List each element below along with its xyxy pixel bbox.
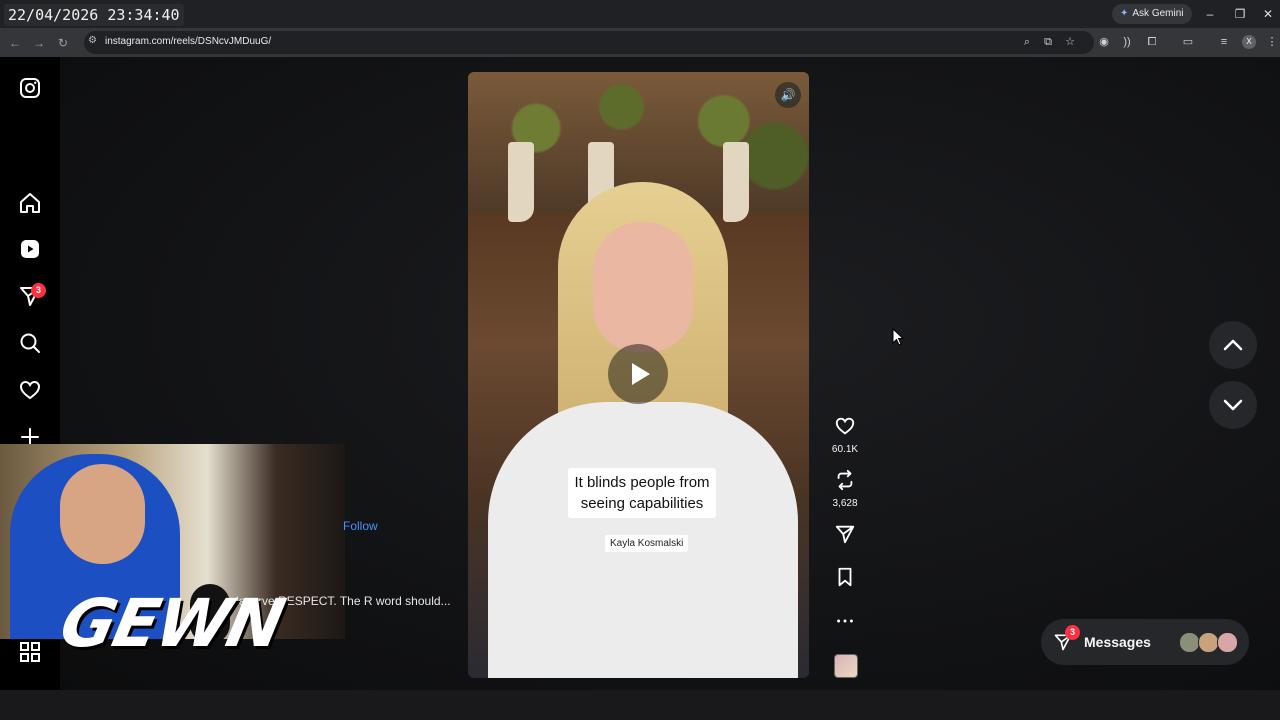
side-panel-icon[interactable]: ▭ [1180,34,1196,50]
ask-gemini-label: Ask Gemini [1132,8,1184,19]
mouse-cursor-icon [892,328,904,346]
messages-label: Messages [1084,634,1151,650]
back-icon[interactable]: ← [6,34,24,52]
webcam-person-head [60,464,145,564]
video-stocking [723,142,749,222]
more-options-action[interactable] [830,610,860,637]
repost-icon[interactable] [834,469,856,491]
minimize-icon[interactable]: – [1200,4,1220,24]
reload-icon[interactable]: ↻ [54,34,72,52]
extension-icon[interactable]: ◉ [1096,34,1112,50]
avatar [1217,632,1238,653]
bookmark-star-icon[interactable]: ☆ [1062,34,1078,50]
notifications-heart-icon[interactable] [18,378,42,402]
bottom-strip [0,690,1280,720]
restore-icon[interactable]: ❐ [1230,4,1250,24]
caption-line-2: seeing capabilities [580,495,704,512]
timestamp-overlay: 22/04/2026 23:34:40 [4,4,184,26]
ask-gemini-button[interactable]: ✦ Ask Gemini [1112,4,1192,24]
like-action[interactable]: 60.1K [830,415,860,455]
browser-tab-bar: 22/04/2026 23:34:40 ✦ Ask Gemini – ❐ ✕ [0,0,1280,28]
gemini-spark-icon: ✦ [1120,8,1129,19]
profile-avatar[interactable]: X [1242,35,1256,49]
instagram-logo-icon[interactable] [18,76,42,100]
repost-count: 3,628 [832,498,858,509]
home-icon[interactable] [18,191,42,215]
video-caption: It blinds people from seeing capabilitie… [568,468,716,518]
zoom-icon[interactable]: ⌕ [1019,34,1035,50]
sound-toggle-icon[interactable]: 🔊 [775,82,801,108]
install-app-icon[interactable]: ⧉ [1040,34,1056,50]
chevron-down-icon [1223,399,1243,411]
avatar [1179,632,1200,653]
reel-video[interactable]: 🔊 It blinds people from seeing capabilit… [468,72,809,678]
share-action[interactable] [830,523,860,550]
share-paper-plane-icon[interactable] [834,523,856,545]
video-credit: Kayla Kosmalski [605,535,689,552]
like-count: 60.1K [831,444,859,455]
messages-button[interactable]: 3 Messages [1041,619,1249,665]
address-bar[interactable]: ⚙ instagram.com/reels/DSNcvJMDuuG/ [84,31,1094,54]
messages-badge: 3 [31,283,46,298]
play-button[interactable] [608,344,668,404]
follow-link[interactable]: Follow [343,519,378,533]
save-action[interactable] [830,566,860,593]
more-dots-icon[interactable] [834,610,856,632]
channel-logo: GEWN [53,585,290,662]
audio-extension-icon[interactable]: )) [1119,34,1135,50]
forward-icon[interactable]: → [30,34,48,52]
video-stocking [508,142,534,222]
chevron-up-icon [1223,339,1243,351]
menu-kebab-icon[interactable]: ⋮ [1264,34,1280,50]
site-info-icon[interactable]: ⚙ [88,35,97,46]
url-text: instagram.com/reels/DSNcvJMDuuG/ [105,36,272,47]
video-person-face [593,222,693,352]
messages-pill-badge: 3 [1065,625,1080,640]
repost-action[interactable]: 3,628 [830,469,860,509]
next-reel-button[interactable] [1209,381,1257,429]
reels-icon[interactable] [18,237,42,261]
browser-toolbar: ← → ↻ ⚙ instagram.com/reels/DSNcvJMDuuG/… [0,28,1280,57]
previous-reel-button[interactable] [1209,321,1257,369]
close-window-icon[interactable]: ✕ [1258,4,1278,24]
extensions-puzzle-icon[interactable]: ⧠ [1144,34,1160,50]
media-controls-icon[interactable]: ≡ [1216,34,1232,50]
search-icon[interactable] [18,331,42,355]
audio-thumbnail[interactable] [834,654,858,678]
like-heart-icon[interactable] [834,415,856,437]
caption-line-1: It blinds people from [574,474,710,491]
avatar [1198,632,1219,653]
bookmark-icon[interactable] [834,566,856,588]
more-grid-icon[interactable] [18,640,42,664]
